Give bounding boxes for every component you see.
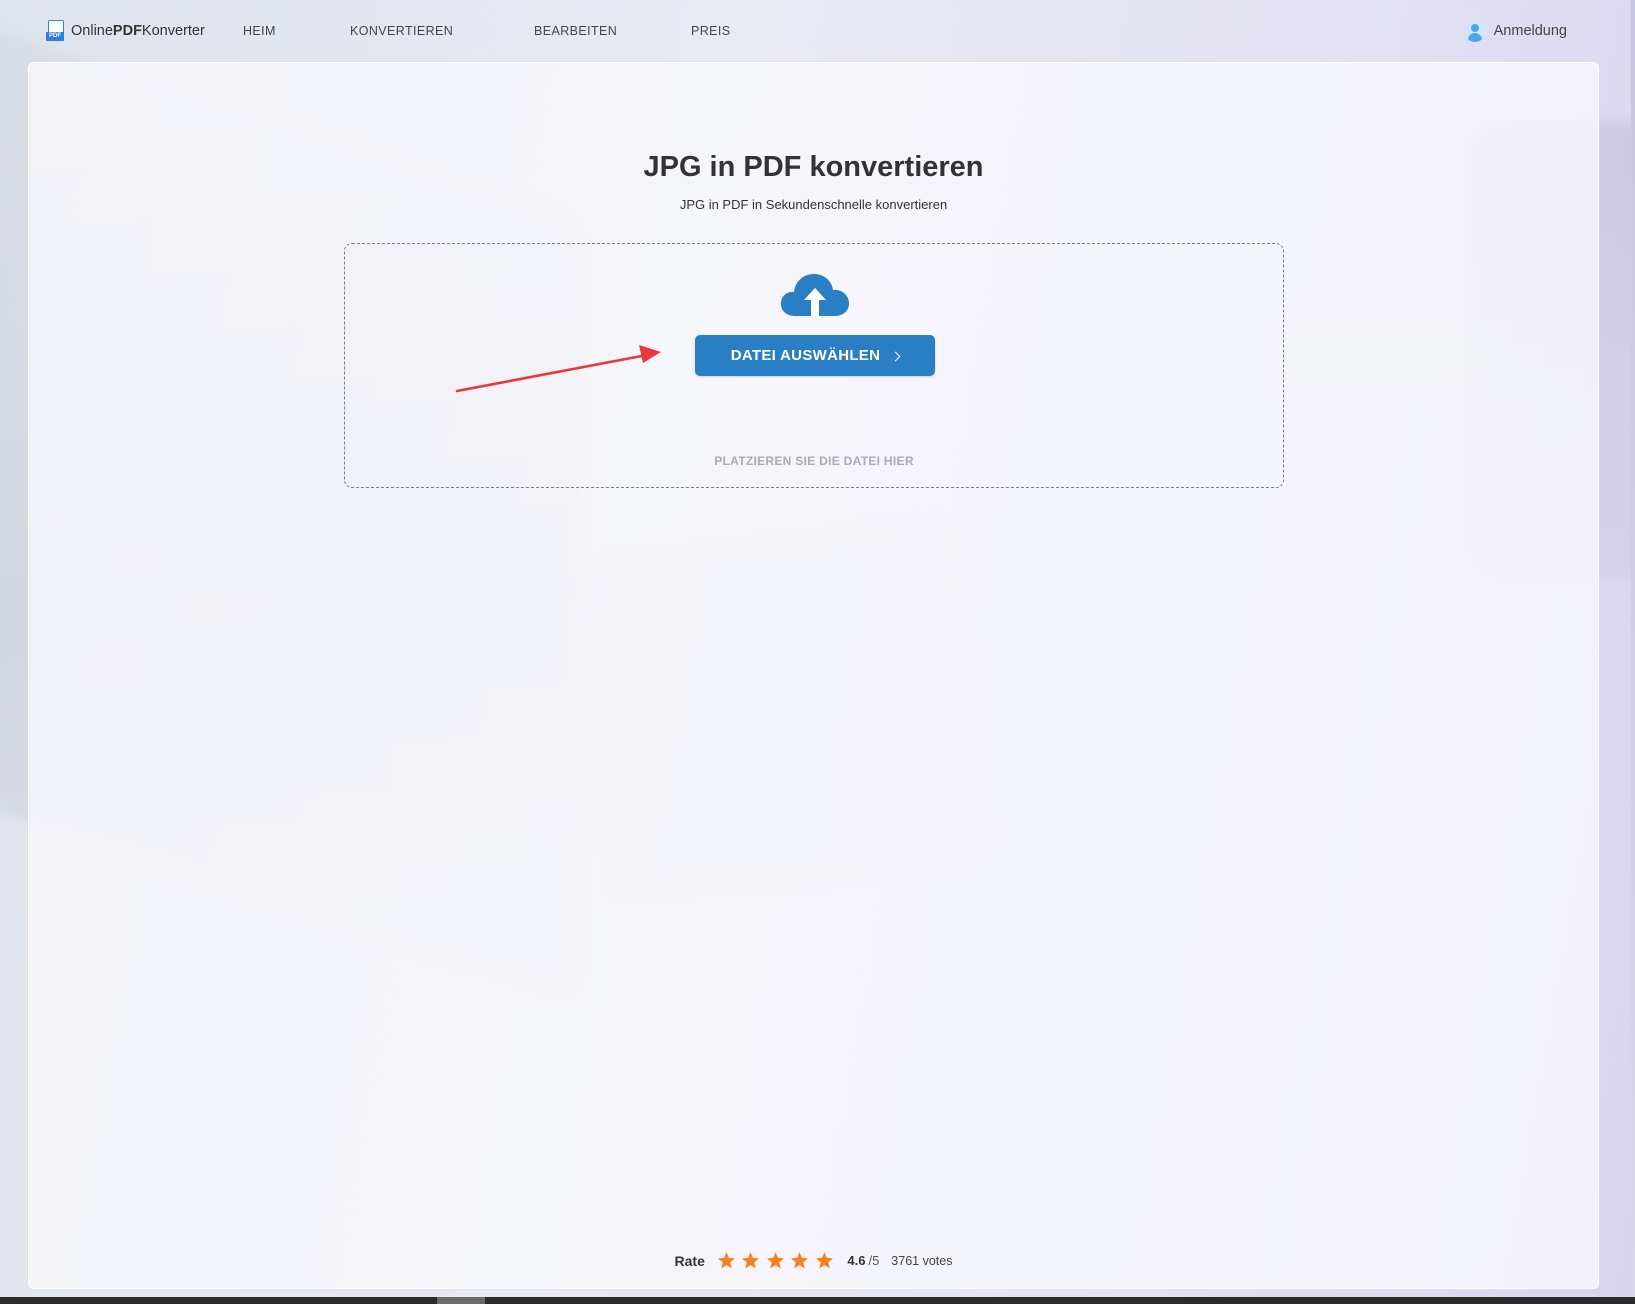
- cloud-upload-icon: [780, 274, 850, 316]
- horizontal-scrollbar[interactable]: [0, 1297, 1635, 1304]
- page-title: JPG in PDF konvertieren: [643, 151, 984, 183]
- main-card: JPG in PDF konvertieren JPG in PDF in Se…: [28, 62, 1599, 1289]
- rate-label: Rate: [674, 1252, 705, 1269]
- login-label: Anmeldung: [1493, 23, 1567, 39]
- user-icon: [1463, 20, 1486, 42]
- nav-item-heim[interactable]: HEIM: [243, 24, 276, 38]
- top-navigation: PDF OnlinePDFKonverter HEIM KONVERTIEREN…: [0, 0, 1635, 62]
- choose-file-button[interactable]: DATEI AUSWÄHLEN: [695, 335, 935, 376]
- rating-max: /5: [868, 1253, 880, 1268]
- brand-name: OnlinePDFKonverter: [71, 23, 205, 39]
- scrollbar-thumb[interactable]: [437, 1297, 485, 1304]
- star-icon[interactable]: [766, 1251, 785, 1270]
- pdf-file-icon: PDF: [46, 20, 66, 42]
- rating-votes: 3761 votes: [891, 1253, 953, 1268]
- star-icon[interactable]: [717, 1251, 736, 1270]
- chevron-right-icon: [890, 351, 901, 361]
- site-logo[interactable]: PDF OnlinePDFKonverter: [46, 20, 205, 42]
- scrollbar-track[interactable]: [1631, 0, 1635, 1297]
- file-dropzone[interactable]: DATEI AUSWÄHLEN PLATZIEREN SIE DIE DATEI…: [344, 243, 1284, 488]
- star-icon[interactable]: [741, 1251, 760, 1270]
- nav-item-konvertieren[interactable]: KONVERTIEREN: [350, 24, 453, 38]
- rating-score: 4.6: [847, 1253, 866, 1268]
- star-icon[interactable]: [815, 1251, 834, 1270]
- star-icon[interactable]: [790, 1251, 809, 1270]
- login-link[interactable]: Anmeldung: [1463, 20, 1567, 42]
- choose-file-label: DATEI AUSWÄHLEN: [730, 347, 881, 364]
- nav-item-preis[interactable]: PREIS: [691, 24, 731, 38]
- rating-bar: Rate 4.6 /5 3761 votes: [29, 1251, 1598, 1270]
- nav-item-bearbeiten[interactable]: BEARBEITEN: [534, 24, 617, 38]
- page-subtitle: JPG in PDF in Sekundenschnelle konvertie…: [679, 197, 948, 212]
- drop-hint: PLATZIEREN SIE DIE DATEI HIER: [714, 454, 914, 468]
